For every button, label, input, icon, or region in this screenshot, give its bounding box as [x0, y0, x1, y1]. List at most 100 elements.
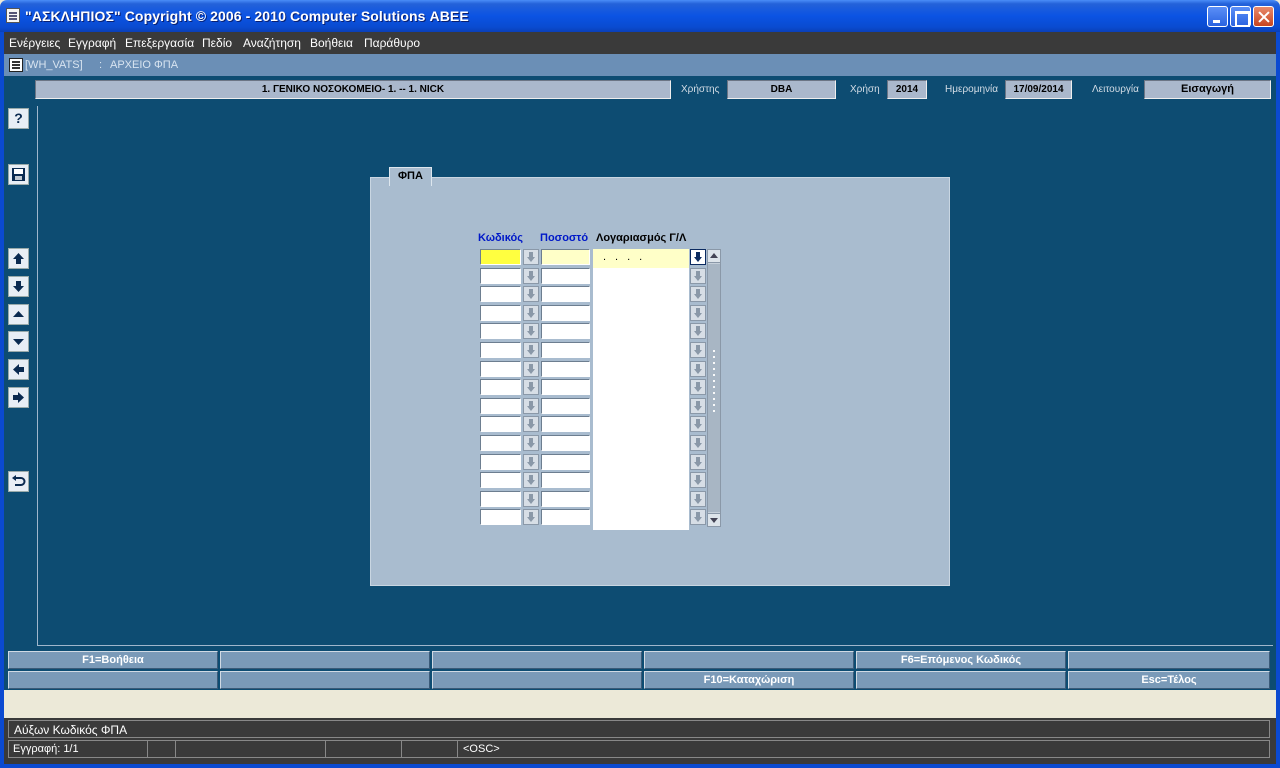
- code-lov-icon[interactable]: [523, 249, 539, 265]
- menu-search[interactable]: Αναζήτηση: [243, 36, 301, 50]
- fkey-slot-2-2[interactable]: [220, 671, 430, 689]
- fkey-slot-2-1[interactable]: [8, 671, 218, 689]
- app-icon[interactable]: [6, 8, 20, 23]
- close-button[interactable]: [1253, 6, 1274, 27]
- menu-actions[interactable]: Ενέργειες: [9, 36, 60, 50]
- code-lov-icon[interactable]: [523, 398, 539, 414]
- fkey-f1-help[interactable]: F1=Βοήθεια: [8, 651, 218, 669]
- fkey-esc-exit[interactable]: Esc=Τέλος: [1068, 671, 1270, 689]
- account-lov-icon[interactable]: [690, 509, 706, 525]
- menu-edit[interactable]: Επεξεργασία: [125, 36, 194, 50]
- code-lov-icon[interactable]: [523, 342, 539, 358]
- percent-field[interactable]: [541, 323, 590, 339]
- percent-field[interactable]: [541, 435, 590, 451]
- code-lov-icon[interactable]: [523, 286, 539, 302]
- code-lov-icon[interactable]: [523, 454, 539, 470]
- account-lov-icon[interactable]: [690, 379, 706, 395]
- next-block-button[interactable]: [8, 387, 29, 408]
- menu-record[interactable]: Εγγραφή: [68, 36, 116, 50]
- column-header-code: Κωδικός: [478, 232, 523, 244]
- account-lov-icon[interactable]: [690, 268, 706, 284]
- menu-window[interactable]: Παράθυρο: [364, 36, 420, 50]
- percent-field[interactable]: [541, 398, 590, 414]
- document-icon[interactable]: [9, 58, 23, 72]
- year-field: 2014: [887, 80, 927, 99]
- percent-field[interactable]: [541, 454, 590, 470]
- code-field[interactable]: [480, 398, 521, 414]
- code-lov-icon[interactable]: [523, 361, 539, 377]
- code-lov-icon[interactable]: [523, 379, 539, 395]
- fkey-slot-1-2[interactable]: [220, 651, 430, 669]
- code-lov-icon[interactable]: [523, 323, 539, 339]
- last-record-button[interactable]: [8, 276, 29, 297]
- account-lov-icon[interactable]: [690, 342, 706, 358]
- code-field[interactable]: [480, 491, 521, 507]
- code-field[interactable]: [480, 454, 521, 470]
- account-field-first[interactable]: ....: [593, 249, 689, 268]
- code-field[interactable]: [480, 323, 521, 339]
- percent-field[interactable]: [541, 491, 590, 507]
- account-lov-icon[interactable]: [690, 472, 706, 488]
- menu-help[interactable]: Βοήθεια: [310, 36, 353, 50]
- code-lov-icon[interactable]: [523, 268, 539, 284]
- percent-field[interactable]: [541, 361, 590, 377]
- code-field[interactable]: [480, 249, 521, 265]
- code-field[interactable]: [480, 435, 521, 451]
- undo-button[interactable]: [8, 471, 29, 492]
- code-field[interactable]: [480, 416, 521, 432]
- fkey-f10-commit[interactable]: F10=Καταχώριση: [644, 671, 854, 689]
- code-field[interactable]: [480, 379, 521, 395]
- account-lov-icon[interactable]: [690, 286, 706, 302]
- fkey-slot-1-4[interactable]: [644, 651, 854, 669]
- code-field[interactable]: [480, 268, 521, 284]
- code-lov-icon[interactable]: [523, 305, 539, 321]
- code-lov-icon[interactable]: [523, 472, 539, 488]
- account-lov-icon[interactable]: [690, 305, 706, 321]
- code-lov-icon[interactable]: [523, 416, 539, 432]
- minimize-button[interactable]: [1207, 6, 1228, 27]
- percent-field[interactable]: [541, 509, 590, 525]
- code-field[interactable]: [480, 472, 521, 488]
- tab-vat[interactable]: ΦΠΑ: [389, 167, 432, 186]
- scroll-down-icon[interactable]: [707, 513, 721, 527]
- account-lov-icon[interactable]: [690, 323, 706, 339]
- previous-record-button[interactable]: [8, 304, 29, 325]
- help-button[interactable]: ?: [8, 108, 29, 129]
- previous-block-button[interactable]: [8, 359, 29, 380]
- fkey-slot-2-3[interactable]: [432, 671, 642, 689]
- account-lov-icon[interactable]: [690, 398, 706, 414]
- percent-field[interactable]: [541, 342, 590, 358]
- title-bar[interactable]: "ΑΣΚΛΗΠΙΟΣ" Copyright © 2006 - 2010 Comp…: [0, 0, 1280, 32]
- next-record-button[interactable]: [8, 331, 29, 352]
- code-field[interactable]: [480, 361, 521, 377]
- account-lov-icon[interactable]: [690, 435, 706, 451]
- percent-field[interactable]: [541, 286, 590, 302]
- menu-field[interactable]: Πεδίο: [202, 36, 232, 50]
- percent-field[interactable]: [541, 379, 590, 395]
- percent-field[interactable]: [541, 472, 590, 488]
- account-lov-icon[interactable]: [690, 249, 706, 265]
- percent-field[interactable]: [541, 305, 590, 321]
- maximize-button[interactable]: [1230, 6, 1251, 27]
- fkey-slot-2-5[interactable]: [856, 671, 1066, 689]
- account-lov-icon[interactable]: [690, 361, 706, 377]
- save-button[interactable]: [8, 164, 29, 185]
- code-lov-icon[interactable]: [523, 491, 539, 507]
- fkey-slot-1-3[interactable]: [432, 651, 642, 669]
- account-lov-icon[interactable]: [690, 416, 706, 432]
- fkey-f6-next-code[interactable]: F6=Επόμενος Κωδικός: [856, 651, 1066, 669]
- code-field[interactable]: [480, 286, 521, 302]
- scroll-up-icon[interactable]: [707, 249, 721, 263]
- account-lov-icon[interactable]: [690, 491, 706, 507]
- code-lov-icon[interactable]: [523, 435, 539, 451]
- percent-field[interactable]: [541, 268, 590, 284]
- code-field[interactable]: [480, 305, 521, 321]
- first-record-button[interactable]: [8, 248, 29, 269]
- code-field[interactable]: [480, 509, 521, 525]
- fkey-slot-1-6[interactable]: [1068, 651, 1270, 669]
- account-lov-icon[interactable]: [690, 454, 706, 470]
- code-field[interactable]: [480, 342, 521, 358]
- percent-field[interactable]: [541, 416, 590, 432]
- percent-field[interactable]: [541, 249, 590, 265]
- code-lov-icon[interactable]: [523, 509, 539, 525]
